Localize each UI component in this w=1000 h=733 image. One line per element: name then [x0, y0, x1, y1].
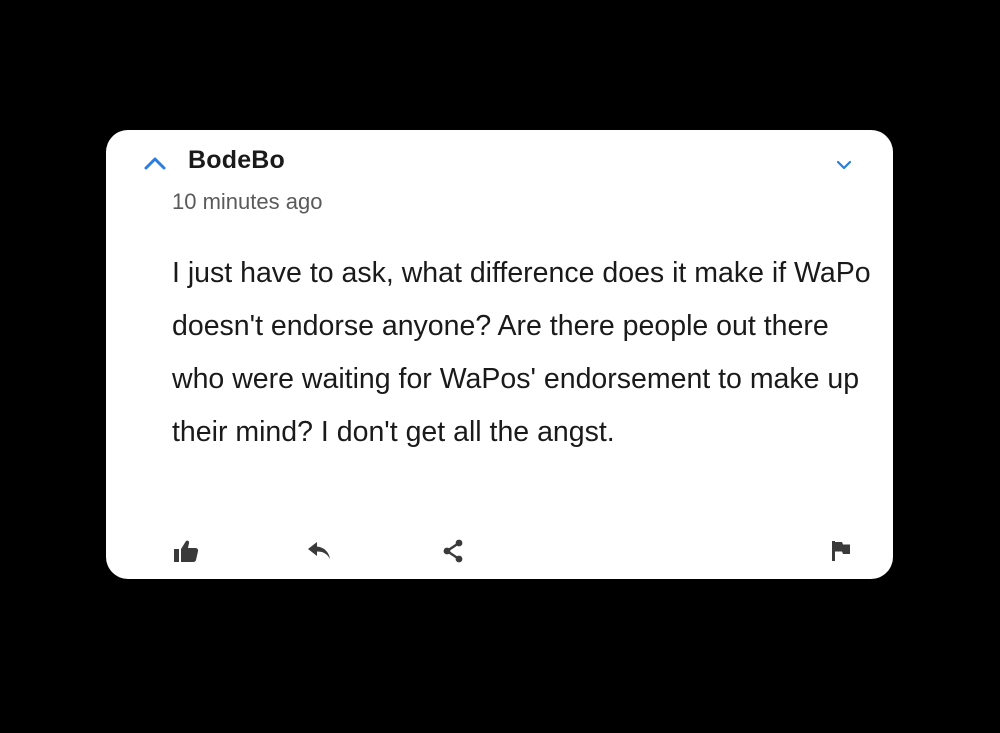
- chevron-up-icon: [144, 157, 166, 170]
- reply-arrow-icon: [308, 542, 330, 559]
- share-button[interactable]: [437, 536, 469, 566]
- screen-background: BodeBo 10 minutes ago I just have to ask…: [0, 0, 1000, 733]
- reply-button[interactable]: [303, 536, 335, 566]
- comment-author[interactable]: BodeBo: [188, 146, 285, 175]
- comment-actions: [106, 536, 893, 566]
- thumbs-up-icon: [174, 540, 199, 562]
- comment-timestamp: 10 minutes ago: [172, 189, 323, 214]
- comment-body: I just have to ask, what difference does…: [172, 257, 871, 448]
- comment-card: BodeBo 10 minutes ago I just have to ask…: [106, 130, 893, 579]
- comment-menu-button[interactable]: [833, 154, 855, 176]
- share-icon: [443, 539, 463, 563]
- flag-icon: [832, 541, 850, 561]
- collapse-comment-button[interactable]: [142, 152, 168, 174]
- chevron-down-icon: [836, 160, 852, 170]
- like-button[interactable]: [170, 536, 202, 566]
- flag-button[interactable]: [825, 536, 857, 566]
